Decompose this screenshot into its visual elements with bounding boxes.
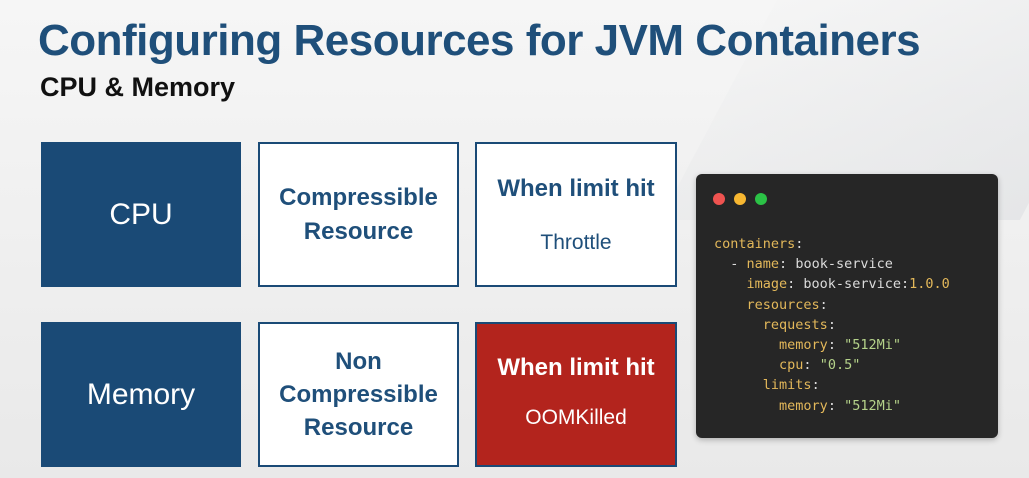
limit-behavior-cpu: When limit hit Throttle [475, 142, 677, 287]
limit-action: Throttle [540, 231, 612, 255]
window-minimize-dot-icon [734, 193, 746, 205]
slide-title: Configuring Resources for JVM Containers [38, 16, 921, 65]
slide-subtitle: CPU & Memory [40, 72, 236, 102]
limit-heading: When limit hit [497, 175, 655, 202]
resource-type-line: Resource [303, 217, 414, 245]
code-line: requests: [762, 316, 836, 333]
resource-type-line: Compressible [279, 184, 438, 212]
resource-label-text: CPU [109, 197, 173, 231]
code-line: containers: [714, 236, 804, 252]
limit-behavior-memory: When limit hit OOMKilled [475, 322, 677, 467]
code-line: memory: "512Mi" [779, 337, 901, 354]
resource-type-line: Compressible [279, 380, 438, 408]
limit-action: OOMKilled [525, 406, 627, 429]
resource-label-memory: Memory [41, 322, 241, 467]
resource-type-cpu: Compressible Resource [258, 142, 459, 287]
resource-type-line: Resource [303, 414, 414, 442]
resource-label-text: Memory [86, 377, 196, 411]
code-line: resources: [746, 296, 828, 313]
code-line: - name: book-service [730, 256, 893, 273]
resource-type-memory: Non Compressible Resource [258, 322, 459, 467]
limit-heading: When limit hit [497, 354, 655, 381]
code-window: containers: - name: book-service image: … [696, 174, 998, 438]
resource-type-line: Non [335, 347, 382, 375]
yaml-code: containers: - name: book-service image: … [714, 234, 950, 416]
window-close-dot-icon [713, 193, 725, 205]
resource-label-cpu: CPU [41, 142, 241, 287]
code-line: cpu: "0.5" [779, 357, 861, 374]
window-maximize-dot-icon [755, 193, 767, 205]
code-line: limits: [762, 377, 820, 394]
code-line: image: book-service:1.0.0 [746, 276, 950, 293]
code-line: memory: "512Mi" [779, 397, 901, 414]
